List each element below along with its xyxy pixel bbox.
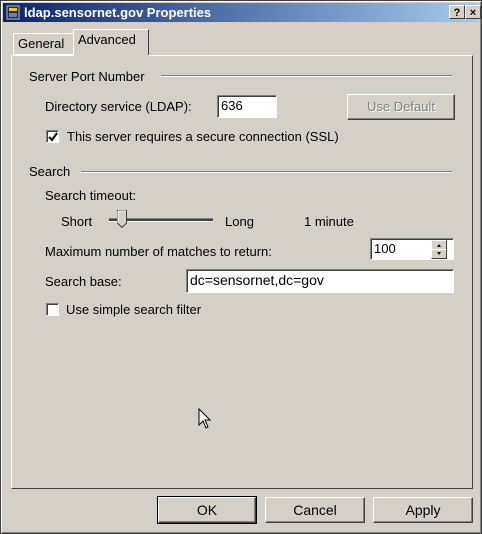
timeout-long-label: Long [225,214,254,229]
simple-filter-checkbox[interactable] [46,303,59,316]
tab-general[interactable]: General [13,33,75,55]
use-default-button[interactable]: Use Default [347,94,455,120]
ssl-checkbox[interactable] [46,130,59,143]
title-bar[interactable]: ldap.sensornet.gov Properties ? × [3,3,481,22]
apply-button[interactable]: Apply [373,497,473,523]
search-base-label: Search base: [45,274,122,289]
help-button[interactable]: ? [449,5,465,19]
timeout-short-label: Short [61,214,93,229]
search-group-label: Search [29,164,71,179]
slider-thumb[interactable] [117,210,127,229]
check-icon [48,132,58,142]
mouse-cursor-icon [198,408,212,429]
search-timeout-slider[interactable] [107,210,215,230]
ldap-port-label: Directory service (LDAP): [45,99,192,114]
search-timeout-label: Search timeout: [45,188,137,203]
close-icon: × [469,7,477,19]
ok-button[interactable]: OK [157,496,257,524]
search-base-input[interactable]: dc=sensornet,dc=gov [186,269,454,293]
tab-general-label: General [18,36,65,51]
max-matches-label: Maximum number of matches to return: [45,244,272,259]
spin-down-icon [437,252,441,255]
tab-advanced-label: Advanced [78,32,136,47]
spin-down-button[interactable] [431,249,447,259]
app-icon [6,5,20,20]
max-matches-value: 100 [374,241,396,256]
spin-up-icon [437,244,441,247]
server-port-group-label: Server Port Number [29,69,145,84]
cancel-button[interactable]: Cancel [265,497,365,523]
search-divider [81,171,452,173]
simple-filter-label[interactable]: Use simple search filter [66,302,201,317]
server-port-divider [161,75,452,77]
window-title: ldap.sensornet.gov Properties [24,5,212,20]
close-button[interactable]: × [465,5,481,19]
help-icon: ? [453,7,461,19]
tab-advanced[interactable]: Advanced [73,29,149,55]
ssl-label[interactable]: This server requires a secure connection… [67,129,339,144]
ldap-port-input[interactable]: 636 [217,95,277,118]
properties-dialog: ldap.sensornet.gov Properties ? × Genera… [0,0,482,534]
timeout-value: 1 minute [304,214,354,229]
